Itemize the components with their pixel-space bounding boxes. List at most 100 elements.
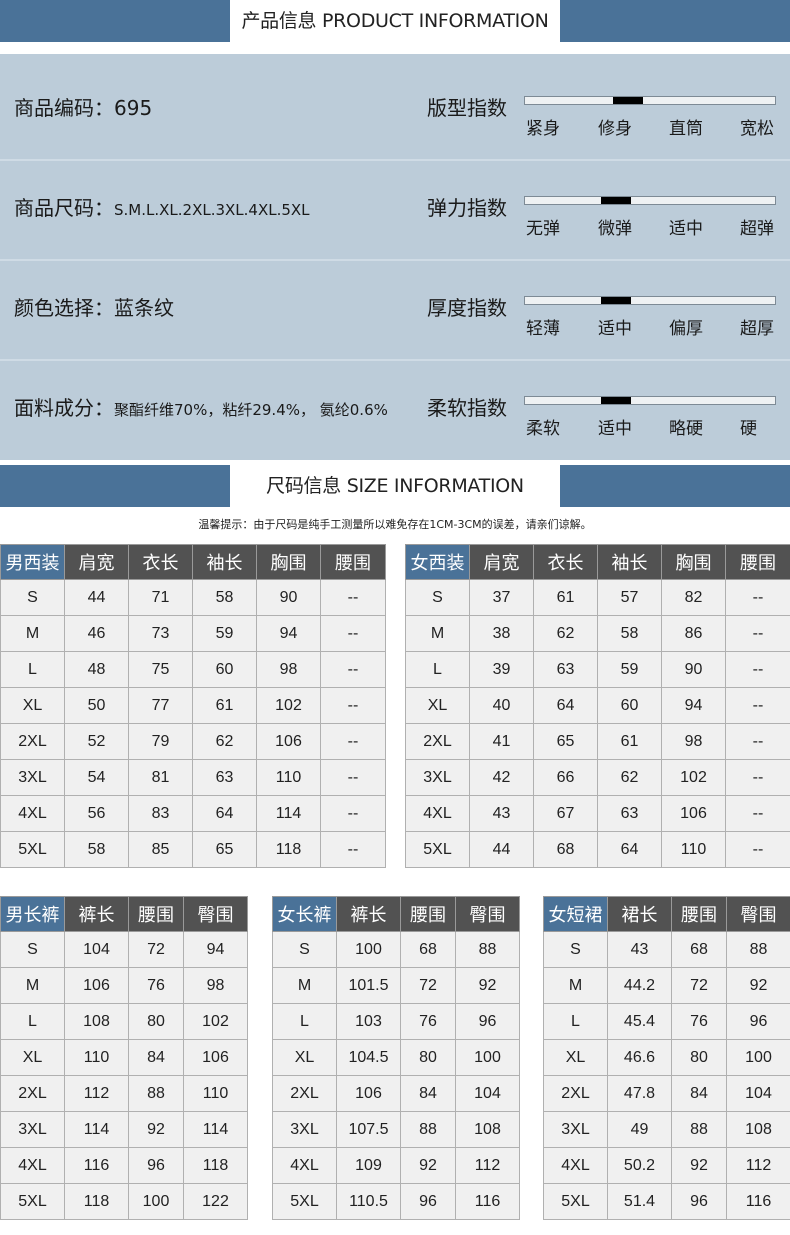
table-cell: 94 [661, 687, 726, 724]
table-cell: 118 [183, 1147, 248, 1184]
table-cell: 81 [128, 759, 193, 796]
table-cell: 112 [64, 1075, 129, 1112]
table-header-row: 女长裤 裤长 腰围 臀围 [272, 896, 520, 932]
table-cell: 79 [128, 723, 193, 760]
table-cell: 5XL [0, 831, 65, 868]
table-cell: 62 [597, 759, 662, 796]
table-cell: 2XL [0, 723, 65, 760]
size-info-title: 尺码信息 SIZE INFORMATION [266, 475, 524, 497]
table-cell: 44.2 [607, 967, 672, 1004]
table-cell: 112 [455, 1147, 520, 1184]
table-cell: 5XL [272, 1183, 337, 1220]
table-cell: 5XL [405, 831, 470, 868]
table-row: XL 110 84 106 [0, 1039, 248, 1076]
table-cell: 116 [455, 1183, 520, 1220]
table-cell: 72 [400, 967, 456, 1004]
table-cell: 3XL [405, 759, 470, 796]
table-cell: 96 [128, 1147, 184, 1184]
table-cell: 114 [64, 1111, 129, 1148]
table-cell: 76 [400, 1003, 456, 1040]
table-cell: M [0, 967, 65, 1004]
scale-label: 偏厚 [669, 319, 703, 339]
table-cell: 75 [128, 651, 193, 688]
table-cell: 88 [671, 1111, 727, 1148]
info-row-fabric: 面料成分：聚酯纤维70%，粘纤29.4%， 氨纶0.6% 柔软指数 柔软 适中 … [0, 354, 790, 454]
column-header: 腰围 [725, 544, 790, 580]
table-cell: 107.5 [336, 1111, 401, 1148]
table-cell: 96 [726, 1003, 790, 1040]
table-cell: 4XL [543, 1147, 608, 1184]
table-cell: 88 [726, 931, 790, 968]
table-row: M 44.2 72 92 [543, 967, 790, 1004]
table-cell: 4XL [272, 1147, 337, 1184]
table-cell: 76 [128, 967, 184, 1004]
table-cell: 110 [183, 1075, 248, 1112]
product-info-title: 产品信息 PRODUCT INFORMATION [241, 10, 549, 32]
column-header: 衣长 [533, 544, 598, 580]
column-header: 胸围 [661, 544, 726, 580]
column-header: 裤长 [336, 896, 401, 932]
measurement-tip: 温馨提示：由于尺码是纯手工测量所以难免存在1CM-3CM的误差，请亲们谅解。 [198, 518, 592, 531]
table-row: M 38 62 58 86 -- [405, 615, 790, 652]
table-cell: -- [320, 651, 386, 688]
table-cell: 106 [256, 723, 321, 760]
column-header: 衣长 [128, 544, 193, 580]
table-cell: M [405, 615, 470, 652]
table-cell: S [0, 579, 65, 616]
scale-label: 适中 [669, 219, 703, 239]
table-cell: -- [725, 579, 790, 616]
table-cell: 88 [455, 931, 520, 968]
table-cell: 104 [455, 1075, 520, 1112]
table-cell: 49 [607, 1111, 672, 1148]
table-cell: 46 [64, 615, 129, 652]
table-row: L 39 63 59 90 -- [405, 651, 790, 688]
table-cell: 92 [455, 967, 520, 1004]
sizes-label: 商品尺码：S.M.L.XL.2XL.3XL.4XL.5XL [14, 196, 310, 220]
table-cell: 106 [661, 795, 726, 832]
size-info-banner: 尺码信息 SIZE INFORMATION [0, 465, 790, 509]
table-cell: 106 [183, 1039, 248, 1076]
table-row: S 104 72 94 [0, 931, 248, 968]
table-cell: 61 [533, 579, 598, 616]
info-row-sizes: 商品尺码：S.M.L.XL.2XL.3XL.4XL.5XL 弹力指数 无弹 微弹… [0, 154, 790, 261]
table-cell: 3XL [543, 1111, 608, 1148]
table-row: L 45.4 76 96 [543, 1003, 790, 1040]
table-header-row: 女短裙 裙长 腰围 臀围 [543, 896, 790, 932]
table-cell: 58 [597, 615, 662, 652]
table-cell: 68 [671, 931, 727, 968]
table-cell: -- [725, 759, 790, 796]
table-cell: 92 [128, 1111, 184, 1148]
table-row: XL 50 77 61 102 -- [0, 687, 386, 724]
table-cell: 114 [256, 795, 321, 832]
color-value: 蓝条纹 [114, 296, 174, 320]
sku-value: 695 [114, 96, 153, 120]
table-cell: 45.4 [607, 1003, 672, 1040]
table-cell: 2XL [543, 1075, 608, 1112]
table-cell: 101.5 [336, 967, 401, 1004]
table-cell: 114 [183, 1111, 248, 1148]
table-cell: 73 [128, 615, 193, 652]
table-header-row: 男长裤 裤长 腰围 臀围 [0, 896, 248, 932]
table-cell: S [272, 931, 337, 968]
table-row: 2XL 106 84 104 [272, 1075, 520, 1112]
scale-label: 适中 [598, 319, 632, 339]
table-cell: 118 [64, 1183, 129, 1220]
product-info-panel: 商品编码：695 版型指数 紧身 修身 直筒 宽松 商品尺码：S.M.L.XL.… [0, 54, 790, 460]
table-cell: 59 [192, 615, 257, 652]
column-header: 男西装 [0, 544, 65, 580]
table-cell: -- [725, 723, 790, 760]
table-cell: 68 [533, 831, 598, 868]
banner-bar-left [0, 0, 230, 42]
column-header: 胸围 [256, 544, 321, 580]
table-cell: 112 [726, 1147, 790, 1184]
table-header-row: 男西装 肩宽 衣长 袖长 胸围 腰围 [0, 544, 386, 580]
table-row: S 43 68 88 [543, 931, 790, 968]
table-cell: 68 [400, 931, 456, 968]
table-cell: 60 [192, 651, 257, 688]
table-cell: 67 [533, 795, 598, 832]
table-cell: 90 [661, 651, 726, 688]
table-row: L 108 80 102 [0, 1003, 248, 1040]
table-cell: 63 [533, 651, 598, 688]
table-row: 2XL 112 88 110 [0, 1075, 248, 1112]
table-row: 3XL 107.5 88 108 [272, 1111, 520, 1148]
